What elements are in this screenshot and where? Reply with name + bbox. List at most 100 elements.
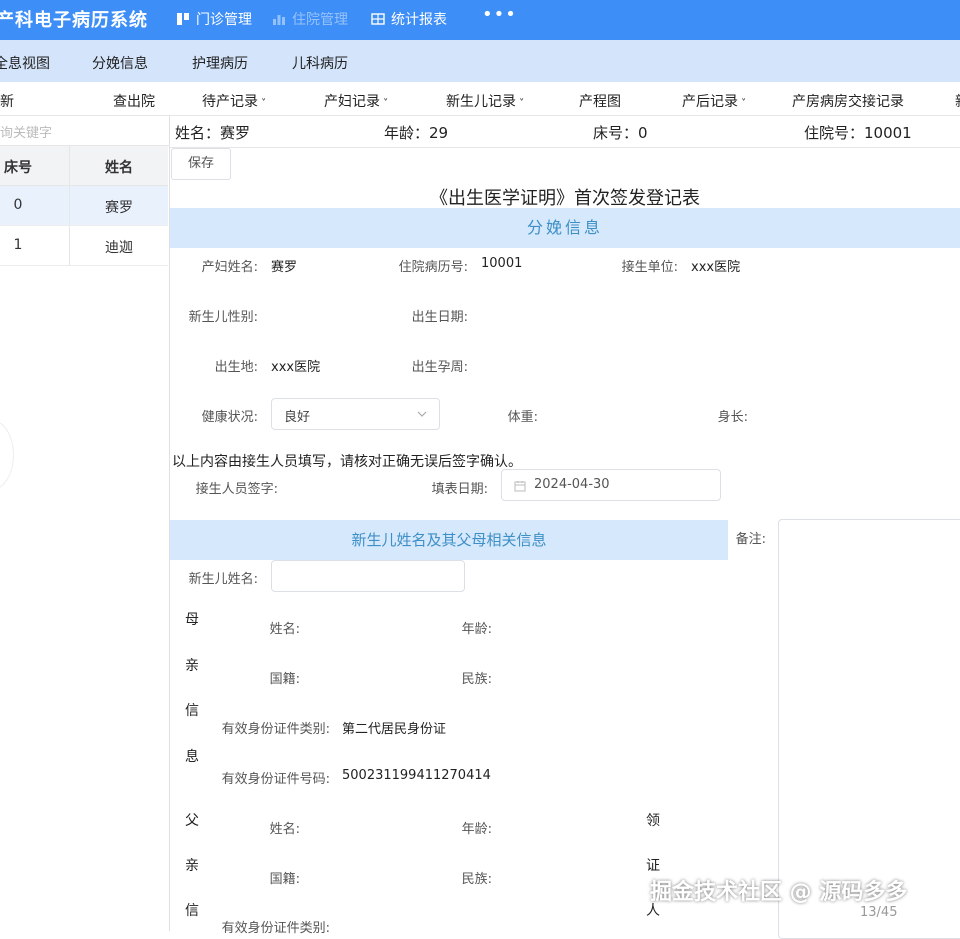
mother-id-no-value: 500231199411270414 xyxy=(342,768,491,783)
section-delivery-info: 分娩信息 xyxy=(170,208,960,248)
header-bed: 床号 xyxy=(4,160,32,176)
baby-name-input[interactable] xyxy=(271,560,465,592)
remark-label: 备注: xyxy=(735,532,766,547)
father-id-type-label: 有效身份证件类别: xyxy=(221,921,330,936)
weight-label: 体重: xyxy=(507,410,538,425)
patient-bed: 床号：0 xyxy=(593,124,648,142)
table-row[interactable]: 0 赛罗 xyxy=(0,186,168,226)
subnav-mother-record[interactable]: 产妇记录 ˅ xyxy=(324,91,388,111)
patient-sidebar: 询关键字 床号 姓名 0 赛罗 1 迪迦 xyxy=(0,116,170,931)
tab-overview[interactable]: 全息视图 xyxy=(0,53,50,73)
delivery-unit-value: xxx医院 xyxy=(691,260,741,275)
patient-info-bar: 姓名：赛罗 年龄：29 床号：0 住院号：10001 xyxy=(170,116,960,148)
mother-block-label-3: 信 xyxy=(185,703,199,719)
father-name-label: 姓名: xyxy=(269,822,300,837)
health-select[interactable]: 良好 xyxy=(271,398,440,430)
mother-name-field-label: 姓名: xyxy=(269,622,300,637)
mother-block-label-2: 亲 xyxy=(185,658,199,674)
receiver-block-label-2: 证 xyxy=(646,858,660,874)
fill-date-value: 2024-04-30 xyxy=(534,477,610,492)
table-row[interactable]: 1 迪迦 xyxy=(0,226,168,266)
subnav-newborn-record[interactable]: 新生儿记录 ˅ xyxy=(446,91,524,111)
tab-delivery-info[interactable]: 分娩信息 xyxy=(92,53,148,73)
mother-nationality-label: 国籍: xyxy=(269,672,300,687)
signer-label: 接生人员签字: xyxy=(195,482,278,497)
chevron-down-icon xyxy=(417,411,427,417)
patient-name: 姓名：赛罗 xyxy=(175,124,251,142)
tab-pediatric-record[interactable]: 儿科病历 xyxy=(292,53,348,73)
nav-reports[interactable]: 统计报表 xyxy=(371,9,447,29)
baby-name-label: 新生儿姓名: xyxy=(188,572,258,587)
row-name: 迪迦 xyxy=(105,240,133,256)
patient-age: 年龄：29 xyxy=(384,124,449,142)
tab-nursing-record[interactable]: 护理病历 xyxy=(192,53,248,73)
row-bed: 1 xyxy=(13,237,23,253)
patient-admission-no: 住院号：10001 xyxy=(804,124,912,142)
mother-id-type-label: 有效身份证件类别: xyxy=(221,722,330,737)
patient-table-header: 床号 姓名 xyxy=(0,146,168,186)
row-bed: 0 xyxy=(13,197,23,213)
health-select-value: 良好 xyxy=(284,410,311,425)
chevron-down-icon: ˅ xyxy=(380,98,389,109)
nav-clinic-label: 门诊管理 xyxy=(196,12,252,28)
subnav-handover-record[interactable]: 产房病房交接记录 xyxy=(792,91,904,111)
patient-search-input[interactable]: 询关键字 xyxy=(0,116,170,146)
gestation-label: 出生孕周: xyxy=(411,360,468,375)
save-button[interactable]: 保存 xyxy=(171,148,231,180)
nav-reports-label: 统计报表 xyxy=(391,12,447,28)
app-title: 产科电子病历系统 xyxy=(0,10,148,31)
record-subnav: 新 查出院 待产记录 ˅ 产妇记录 ˅ 新生儿记录 ˅ 产程图 产后记录 ˅ 产… xyxy=(0,82,960,116)
birthplace-value: xxx医院 xyxy=(271,360,321,375)
father-nationality-label: 国籍: xyxy=(269,872,300,887)
form-notice: 以上内容由接生人员填写，请核对正确无误后签字确认。 xyxy=(172,454,522,470)
baby-gender-label: 新生儿性别: xyxy=(188,310,258,325)
search-placeholder: 询关键字 xyxy=(0,126,53,141)
mother-ethnicity-label: 民族: xyxy=(461,672,492,687)
form-title: 《出生医学证明》首次签发登记表 xyxy=(430,188,700,209)
top-bar: 产科电子病历系统 门诊管理 住院管理 统计报表 ••• xyxy=(0,0,960,40)
mother-name-label: 产妇姓名: xyxy=(201,260,258,275)
nav-inpatient[interactable]: 住院管理 xyxy=(272,9,348,29)
secondary-tabs: 全息视图 分娩信息 护理病历 儿科病历 xyxy=(0,40,960,82)
record-no-label: 住院病历号: xyxy=(398,260,468,275)
mother-id-no-label: 有效身份证件号码: xyxy=(221,772,330,787)
nav-inpatient-label: 住院管理 xyxy=(292,12,348,28)
mother-block-label-4: 息 xyxy=(185,749,199,765)
birthplace-label: 出生地: xyxy=(214,360,258,375)
father-block-label-1: 父 xyxy=(185,813,199,829)
subnav-labor-record[interactable]: 待产记录 ˅ xyxy=(202,91,266,111)
mother-id-type-value: 第二代居民身份证 xyxy=(342,722,447,737)
chevron-down-icon: ˅ xyxy=(258,98,267,109)
father-block-label-2: 亲 xyxy=(185,858,199,874)
page-counter: 13/45 xyxy=(860,905,898,920)
section-parent-info: 新生儿姓名及其父母相关信息 xyxy=(170,520,728,560)
nav-clinic[interactable]: 门诊管理 xyxy=(176,9,252,29)
subnav-more[interactable]: 新 xyxy=(955,91,960,111)
mother-block-label-1: 母 xyxy=(185,612,199,628)
calendar-icon xyxy=(514,481,526,492)
more-menu-icon[interactable]: ••• xyxy=(482,4,517,25)
delivery-unit-label: 接生单位: xyxy=(621,260,678,275)
health-label: 健康状况: xyxy=(201,410,258,425)
chevron-down-icon: ˅ xyxy=(738,98,747,109)
chevron-down-icon: ˅ xyxy=(516,98,525,109)
record-no-value: 10001 xyxy=(481,256,523,271)
mother-name-value: 赛罗 xyxy=(271,260,298,275)
header-name: 姓名 xyxy=(105,160,133,176)
clinic-icon xyxy=(177,13,189,25)
height-label: 身长: xyxy=(717,410,748,425)
birth-date-label: 出生日期: xyxy=(411,310,468,325)
father-age-label: 年龄: xyxy=(461,822,492,837)
subnav-partogram[interactable]: 产程图 xyxy=(579,91,621,111)
fill-date-label: 填表日期: xyxy=(431,482,488,497)
mother-age-label: 年龄: xyxy=(461,622,492,637)
subnav-discharged[interactable]: 查出院 xyxy=(113,91,155,111)
bar-chart-icon xyxy=(273,15,285,25)
subnav-postpartum-record[interactable]: 产后记录 ˅ xyxy=(682,91,746,111)
table-icon xyxy=(371,13,385,25)
subnav-new[interactable]: 新 xyxy=(0,91,14,111)
fill-date-picker[interactable]: 2024-04-30 xyxy=(501,469,721,501)
receiver-block-label-1: 领 xyxy=(646,813,660,829)
watermark: 掘金技术社区 @ 源码多多 xyxy=(650,880,908,905)
father-block-label-3: 信 xyxy=(185,903,199,919)
